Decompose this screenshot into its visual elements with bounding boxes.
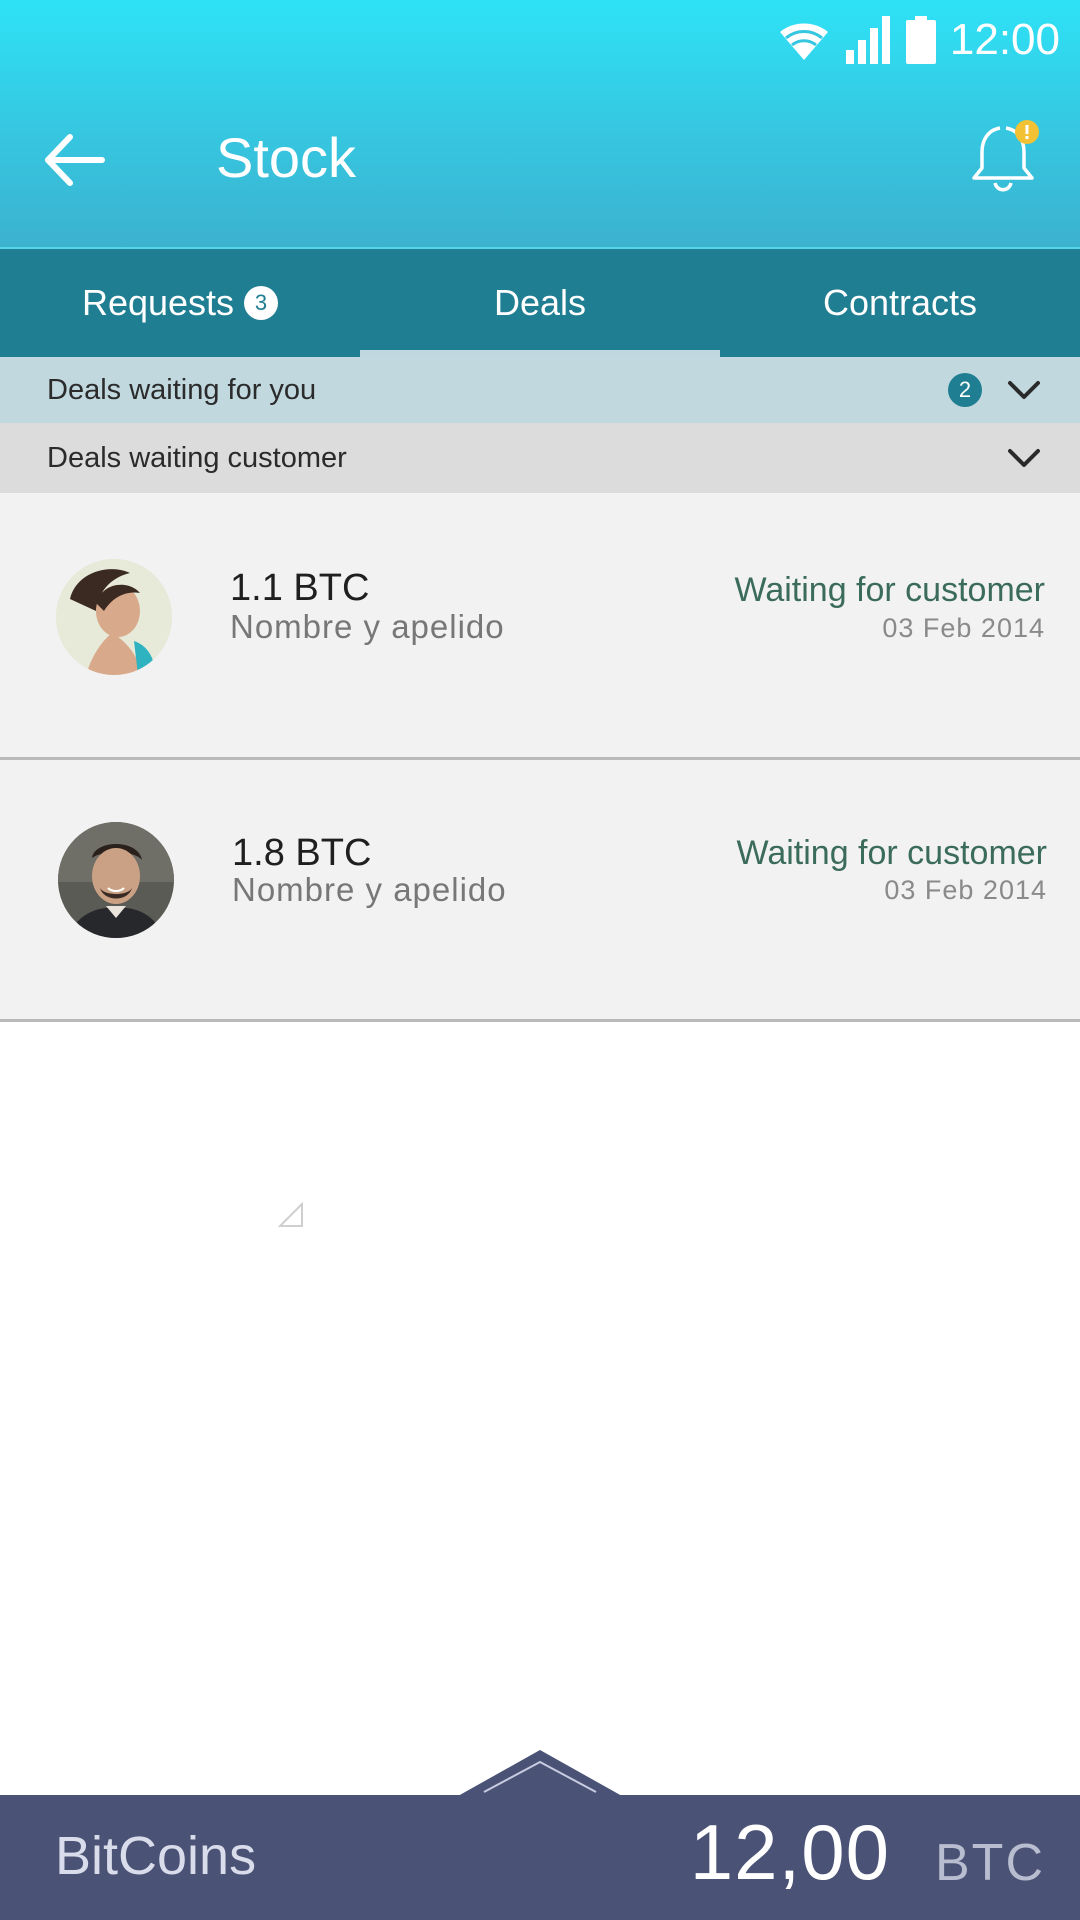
tab-deals-label: Deals [493,282,587,323]
status-icons: 12:00 [776,12,1060,68]
deal-row[interactable]: 1.8 BTC Nombre y apelido Waiting for cus… [0,760,1080,1022]
back-arrow-icon [45,134,105,186]
tab-requests-badge: 3 [244,286,279,320]
deal-customer-name: Nombre y apelido [232,871,507,908]
tab-contracts-label: Contracts [822,282,978,323]
deal-status: Waiting for customer [736,834,1048,872]
toolbar: Stock [0,95,1080,225]
corner-marker-icon [278,1202,303,1227]
bell-icon [972,120,1039,192]
wifi-icon [779,23,828,60]
woman-avatar-image [56,559,172,675]
avatar [56,559,172,675]
section-deals-waiting-customer[interactable]: Deals waiting customer [0,423,1080,493]
deal-status: Waiting for customer [734,571,1046,609]
expand-up-handle[interactable] [458,1746,622,1796]
deal-amount: 1.1 BTC [230,567,370,609]
section-deals-waiting-for-you[interactable]: Deals waiting for you 2 [0,357,1080,423]
tab-requests-label: Requests [81,282,235,323]
deal-row[interactable]: 1.1 BTC Nombre y apelido Waiting for cus… [0,493,1080,760]
tab-deals[interactable]: Deals [360,249,720,357]
battery-icon [905,16,936,64]
status-bar: 12:00 [0,0,1080,80]
section-count-badge: 2 [948,373,982,407]
deal-date: 03 Feb 2014 [882,613,1045,643]
balance-label: BitCoins [55,1826,257,1886]
tab-bar: Requests 3 Deals Contracts [0,247,1080,357]
balance-unit: BTC [935,1834,1045,1892]
tab-requests[interactable]: Requests 3 [0,249,360,357]
signal-icon [845,16,890,64]
deal-customer-name: Nombre y apelido [230,608,505,645]
app-screen: 12:00 Stock Requests 3 Deals Contracts D… [0,0,1080,1920]
header: 12:00 Stock [0,0,1080,247]
chevron-down-icon [1008,381,1040,399]
chevron-down-icon [1008,449,1040,467]
deal-date: 03 Feb 2014 [884,875,1047,905]
deal-amount: 1.8 BTC [232,832,372,874]
back-button[interactable] [40,125,110,195]
avatar [58,822,174,938]
page-title: Stock [216,126,357,189]
tab-contracts[interactable]: Contracts [720,249,1080,357]
balance-bar[interactable]: BitCoins 12,00 BTC [0,1795,1080,1920]
clock: 12:00 [949,15,1060,64]
section-label: Deals waiting customer [47,441,347,474]
section-label: Deals waiting for you [47,373,317,406]
notifications-button[interactable] [970,120,1040,200]
balance-value: 12,00 [689,1808,890,1896]
man-avatar-image [58,822,174,938]
